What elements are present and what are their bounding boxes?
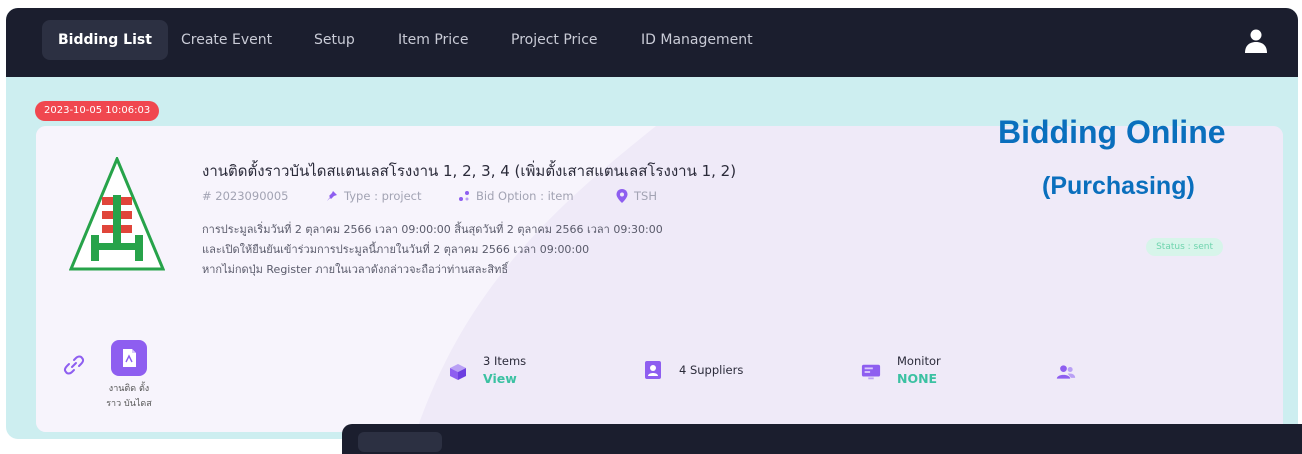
nav-item-price[interactable]: Item Price (382, 20, 484, 60)
nav-create-event[interactable]: Create Event (165, 20, 288, 60)
event-location: TSH (616, 189, 657, 203)
items-view-link[interactable]: View (483, 371, 517, 386)
overlapping-window-edge (342, 424, 1302, 454)
event-registration-line: และเปิดให้ยืนยันเข้าร่วมการประมูลนี้ภายใ… (202, 243, 590, 256)
participants-group-icon[interactable] (1056, 362, 1076, 382)
overlapping-window-tab (358, 432, 442, 452)
monitor-icon (861, 364, 881, 380)
event-bid-option: Bid Option : item (458, 189, 574, 203)
user-icon[interactable] (1244, 28, 1268, 54)
event-id-text: # 2023090005 (202, 189, 289, 203)
status-badge: Status : sent (1146, 238, 1223, 256)
monitor-value: NONE (897, 371, 938, 386)
promo-title: Bidding Online (998, 114, 1226, 150)
suppliers-count: 4 Suppliers (679, 363, 744, 377)
options-icon (459, 191, 469, 201)
nav-setup[interactable]: Setup (298, 20, 371, 60)
company-logo (69, 157, 165, 271)
event-type: Type : project (326, 189, 422, 203)
event-register-notice: หากไม่กดปุ่ม Register ภายในเวลาดังกล่าวจ… (202, 263, 509, 276)
app-window: Bidding List Create Event Setup Item Pri… (6, 8, 1298, 439)
pdf-document-icon (123, 349, 136, 367)
event-type-text: Type : project (344, 189, 422, 203)
event-location-text: TSH (634, 189, 657, 203)
top-navbar: Bidding List Create Event Setup Item Pri… (6, 8, 1298, 77)
link-icon[interactable] (63, 354, 85, 376)
items-count: 3 Items (483, 354, 527, 368)
event-id: # 2023090005 (202, 189, 288, 203)
event-title[interactable]: งานติดตั้งราวบันไดสแตนเลสโรงงาน 1, 2, 3,… (202, 159, 736, 183)
event-schedule-line: การประมูลเริ่มวันที่ 2 ตุลาคม 2566 เวลา … (202, 223, 663, 236)
location-pin-icon (616, 189, 628, 203)
event-date-badge: 2023-10-05 10:06:03 (35, 101, 160, 121)
document-label: งานติด ตั้งราว บันไดส (106, 384, 152, 409)
suppliers-contact-icon (645, 361, 661, 379)
pin-tool-icon (327, 191, 337, 201)
document-tile[interactable] (111, 340, 147, 376)
promo-subtitle: (Purchasing) (1042, 172, 1195, 200)
box-icon (450, 364, 466, 380)
nav-project-price[interactable]: Project Price (495, 20, 614, 60)
event-bid-option-text: Bid Option : item (476, 189, 574, 203)
nav-bidding-list[interactable]: Bidding List (42, 20, 168, 60)
nav-id-management[interactable]: ID Management (625, 20, 769, 60)
monitor-label: Monitor (897, 354, 941, 368)
